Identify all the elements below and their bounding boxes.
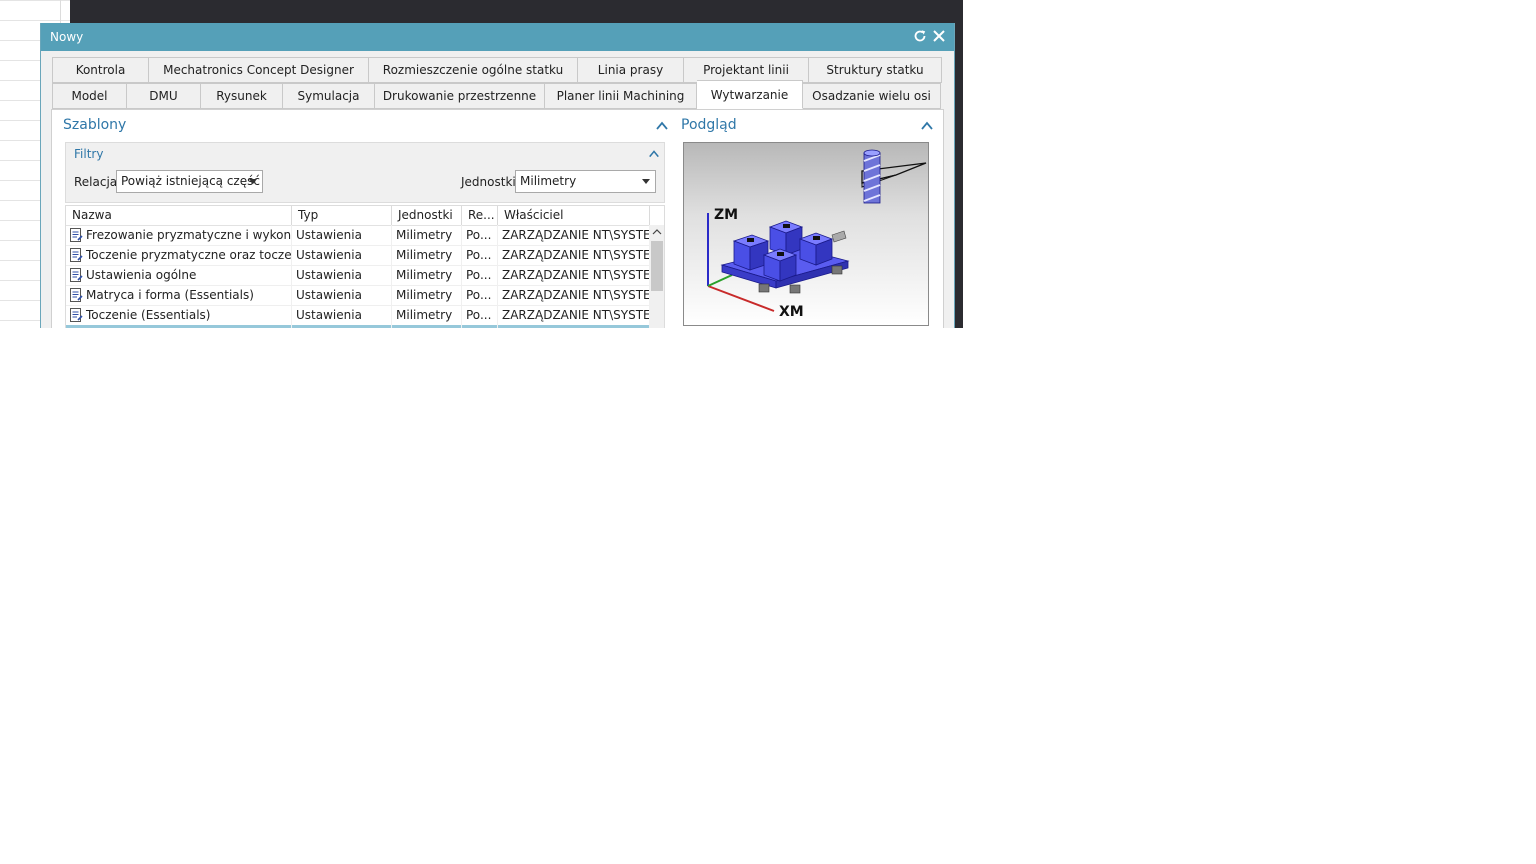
cell-typ xyxy=(292,325,392,328)
cell-re: Po... xyxy=(462,285,498,305)
cell-typ: Ustawienia xyxy=(292,285,392,305)
filters-panel: Filtry Relacja Powiąż istniejącą część J… xyxy=(65,142,665,203)
cell-nazwa: Frezowanie pryzmatyczne i wykony... xyxy=(66,225,292,245)
tab-rysunek[interactable]: Rysunek xyxy=(201,83,283,109)
cell-jednostki xyxy=(392,325,462,328)
relation-dropdown[interactable]: Powiąż istniejącą część xyxy=(116,170,263,193)
collapse-filters-chevron-up-icon[interactable] xyxy=(648,148,662,162)
preview-section-title: Podgląd xyxy=(681,117,737,133)
cell-typ: Ustawienia xyxy=(292,265,392,285)
cell-re: Po... xyxy=(462,265,498,285)
cell-wlasciciel: ZARZĄDZANIE NT\SYSTEM xyxy=(498,265,650,285)
tab-mechatronics-concept-designer[interactable]: Mechatronics Concept Designer xyxy=(149,57,369,83)
cell-re: Po... xyxy=(462,225,498,245)
tab-dmu[interactable]: DMU xyxy=(127,83,201,109)
table-row[interactable]: Frezowanie pryzmatyczne i wykony... Ustaw… xyxy=(66,225,650,246)
cell-jednostki: Milimetry xyxy=(392,265,462,285)
table-vertical-scrollbar[interactable] xyxy=(650,225,664,328)
relation-dropdown-value: Powiąż istniejącą część xyxy=(121,174,260,188)
collapse-preview-chevron-up-icon[interactable] xyxy=(920,119,934,133)
cell-typ: Ustawienia xyxy=(292,225,392,245)
tabs-row-2: Model DMU Rysunek Symulacja Drukowanie p… xyxy=(52,80,941,109)
reset-icon[interactable] xyxy=(911,27,929,45)
table-row[interactable]: Toczenie (Essentials) Ustawienia Milimetry… xyxy=(66,305,650,326)
chevron-down-icon xyxy=(249,179,257,184)
dialog-title: Nowy xyxy=(50,30,84,44)
z-axis-label: ZM xyxy=(714,207,738,223)
chevron-down-icon xyxy=(642,179,650,184)
cell-jednostki: Milimetry xyxy=(392,285,462,305)
cell-re xyxy=(462,325,498,328)
tab-wytwarzanie[interactable]: Wytwarzanie xyxy=(697,80,803,109)
tab-osadzanie-wielu-osi[interactable]: Osadzanie wielu osi xyxy=(803,83,941,109)
cell-wlasciciel xyxy=(498,325,650,328)
tab-kontrola[interactable]: Kontrola xyxy=(52,57,149,83)
tab-linia-prasy[interactable]: Linia prasy xyxy=(578,57,684,83)
column-header-nazwa[interactable]: Nazwa xyxy=(66,206,292,225)
cell-wlasciciel: ZARZĄDZANIE NT\SYSTEM xyxy=(498,225,650,245)
templates-table: Nazwa Typ Jednostki Re... Właściciel Fre… xyxy=(65,205,665,328)
close-icon[interactable] xyxy=(930,27,948,45)
templates-section-title: Szablony xyxy=(63,117,127,133)
filters-title: Filtry xyxy=(74,147,104,161)
cell-jednostki: Milimetry xyxy=(392,225,462,245)
cell-wlasciciel: ZARZĄDZANIE NT\SYSTEM xyxy=(498,305,650,325)
cell-nazwa: Toczenie pryzmatyczne oraz toczeni... xyxy=(66,245,292,265)
cell-nazwa: Matryca i forma (Essentials) xyxy=(66,285,292,305)
table-row[interactable]: Ustawienia ogólne Ustawienia Milimetry Po..… xyxy=(66,265,650,286)
dialog-titlebar[interactable]: Nowy xyxy=(41,23,954,51)
cell-typ: Ustawienia xyxy=(292,245,392,265)
column-header-jednostki[interactable]: Jednostki xyxy=(392,206,462,225)
scrollbar-thumb[interactable] xyxy=(651,241,663,291)
cell-nazwa: Ustawienia ogólne xyxy=(66,265,292,285)
tab-model[interactable]: Model xyxy=(52,83,127,109)
table-row[interactable] xyxy=(66,325,650,328)
units-dropdown[interactable]: Milimetry xyxy=(515,170,656,193)
collapse-templates-chevron-up-icon[interactable] xyxy=(655,119,669,133)
manufacturing-part-illustration: ZM XM xyxy=(707,149,927,320)
units-dropdown-value: Milimetry xyxy=(520,174,577,188)
column-header-re[interactable]: Re... xyxy=(462,206,498,225)
cell-typ: Ustawienia xyxy=(292,305,392,325)
cell-re: Po... xyxy=(462,245,498,265)
table-row[interactable]: Toczenie pryzmatyczne oraz toczeni... Ust… xyxy=(66,245,650,266)
cell-wlasciciel: ZARZĄDZANIE NT\SYSTEM xyxy=(498,285,650,305)
cell-nazwa: Toczenie (Essentials) xyxy=(66,305,292,325)
tab-struktury-statku[interactable]: Struktury statku xyxy=(809,57,942,83)
scroll-up-chevron-icon[interactable] xyxy=(652,227,662,237)
table-row[interactable]: Matryca i forma (Essentials) Ustawienia Mi… xyxy=(66,285,650,306)
units-label: Jednostki xyxy=(461,175,516,189)
tab-drukowanie-przestrzenne[interactable]: Drukowanie przestrzenne xyxy=(375,83,545,109)
tab-content-panel: Szablony Filtry Relacja Powiąż istniejąc… xyxy=(51,109,944,328)
tab-rozmieszczenie-ogolne-statku[interactable]: Rozmieszczenie ogólne statku xyxy=(369,57,578,83)
cell-jednostki: Milimetry xyxy=(392,245,462,265)
column-header-typ[interactable]: Typ xyxy=(292,206,392,225)
table-header: Nazwa Typ Jednostki Re... Właściciel xyxy=(66,206,650,226)
new-file-dialog: Nowy Kontrola Mechatronics Concept Desig… xyxy=(40,23,955,328)
tabs-row-1: Kontrola Mechatronics Concept Designer R… xyxy=(52,57,942,83)
cell-re: Po... xyxy=(462,305,498,325)
cell-wlasciciel: ZARZĄDZANIE NT\SYSTEM xyxy=(498,245,650,265)
cell-nazwa xyxy=(66,325,292,328)
template-preview-image: ZM XM xyxy=(683,142,929,326)
tab-symulacja[interactable]: Symulacja xyxy=(283,83,375,109)
cell-jednostki: Milimetry xyxy=(392,305,462,325)
tab-planer-linii-machining[interactable]: Planer linii Machining xyxy=(545,83,697,109)
x-axis-label: XM xyxy=(779,304,804,320)
relation-label: Relacja xyxy=(74,175,118,189)
column-header-wlasciciel[interactable]: Właściciel xyxy=(498,206,650,225)
